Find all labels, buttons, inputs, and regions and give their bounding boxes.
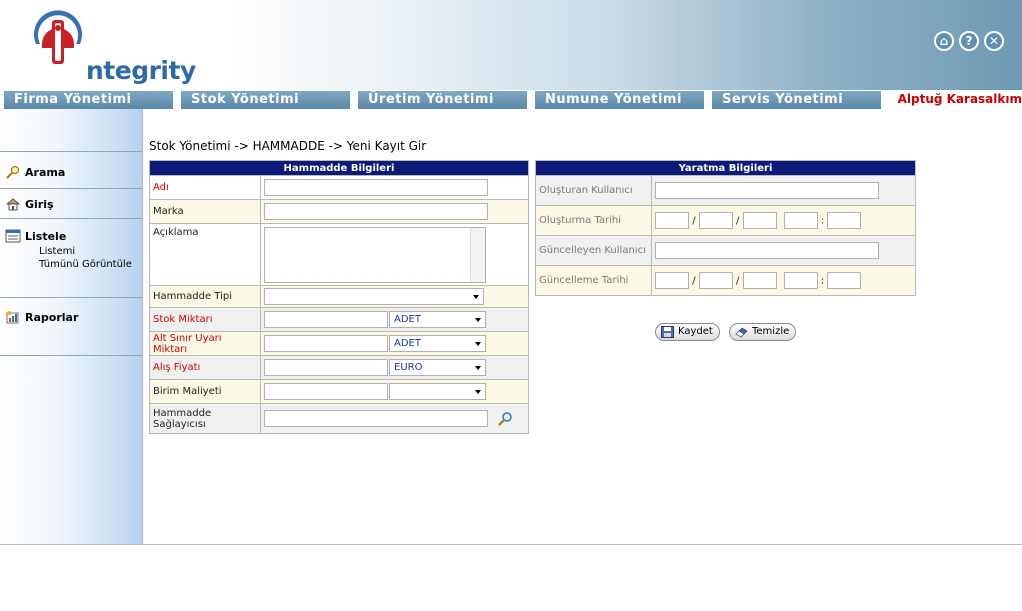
sidebar-item-entry[interactable]: Giriş	[5, 197, 54, 211]
label-alt-sinir: Alt Sınır Uyarı Miktarı	[149, 331, 261, 356]
birim-input[interactable]	[264, 383, 388, 400]
eraser-icon	[735, 327, 748, 338]
list-icon	[5, 229, 21, 243]
label-alis: Alış Fiyatı	[149, 355, 261, 380]
alt-sinir-unit-select[interactable]: ADET	[389, 335, 486, 352]
label-birim: Birim Maliyeti	[149, 379, 261, 404]
floppy-icon	[661, 326, 674, 338]
textarea-scrollbar[interactable]	[470, 227, 485, 282]
minute-input[interactable]	[827, 272, 862, 289]
header-icons: ⌂ ? ✕	[934, 31, 1004, 51]
close-icon[interactable]: ✕	[984, 31, 1004, 51]
clear-button[interactable]: Temizle	[729, 323, 797, 341]
sidebar-item-label: Giriş	[25, 197, 54, 211]
sidebar-divider	[0, 297, 143, 298]
label-marka: Marka	[149, 199, 261, 224]
label-guncelleme-tarihi: Güncelleme Tarihi	[535, 265, 652, 296]
minute-input[interactable]	[827, 212, 862, 229]
year-input[interactable]	[742, 212, 777, 229]
date-separator: /	[735, 215, 740, 227]
logo-text: ntegrity	[86, 56, 196, 85]
date-separator: /	[692, 215, 696, 227]
label-stok: Stok Miktarı	[149, 307, 261, 332]
olusturma-tarihi-fields: / / :	[651, 205, 916, 236]
stok-unit-select[interactable]: ADET	[389, 311, 486, 328]
sidebar-divider	[0, 218, 143, 219]
sidebar-subitem-listemi[interactable]: Listemi	[39, 246, 75, 257]
help-icon[interactable]: ?	[959, 31, 979, 51]
stok-input[interactable]	[264, 311, 388, 328]
time-separator: :	[820, 215, 825, 227]
hour-input[interactable]	[783, 212, 818, 229]
sidebar-divider	[0, 151, 143, 152]
alis-currency-select[interactable]: EURO	[389, 359, 486, 376]
search-icon[interactable]	[497, 411, 513, 427]
yaratma-title: Yaratma Bilgileri	[535, 160, 916, 176]
birim-currency-select[interactable]	[389, 383, 486, 400]
sidebar-item-reports[interactable]: Raporlar	[5, 310, 78, 324]
hour-input[interactable]	[783, 272, 818, 289]
top-nav: Firma Yönetimi Stok Yönetimi Üretim Yöne…	[0, 90, 1022, 109]
year-input[interactable]	[742, 272, 777, 289]
sidebar-item-search[interactable]: Arama	[5, 165, 65, 179]
month-input[interactable]	[698, 212, 733, 229]
olusturan-input[interactable]	[655, 182, 879, 199]
sidebar-divider	[0, 355, 143, 356]
sidebar-item-label: Raporlar	[25, 310, 79, 324]
sidebar-item-label: Listele	[25, 229, 67, 243]
save-button[interactable]: Kaydet	[655, 323, 720, 341]
alt-sinir-input[interactable]	[264, 335, 388, 352]
label-olusturma-tarihi: Oluşturma Tarihi	[535, 205, 652, 236]
month-input[interactable]	[698, 272, 733, 289]
label-olusturan: Oluşturan Kullanıcı	[535, 175, 652, 206]
tab-uretim[interactable]: Üretim Yönetimi	[357, 91, 527, 109]
day-input[interactable]	[655, 272, 689, 289]
label-tipi: Hammadde Tipi	[149, 285, 261, 308]
marka-input[interactable]	[264, 203, 488, 220]
alis-input[interactable]	[264, 359, 388, 376]
tipi-select[interactable]	[264, 288, 484, 305]
integrity-logo: ntegrity	[28, 4, 196, 85]
guncelleme-tarihi-fields: / / :	[651, 265, 916, 296]
date-separator: /	[692, 275, 696, 287]
sidebar-item-label: Arama	[25, 165, 66, 179]
yaratma-form: Yaratma Bilgileri Oluşturan Kullanıcı Ol…	[535, 160, 916, 296]
breadcrumb: Stok Yönetimi -> HAMMADDE -> Yeni Kayıt …	[149, 139, 427, 153]
sidebar-divider	[0, 188, 143, 189]
guncelleyen-input[interactable]	[655, 242, 879, 259]
home-icon[interactable]: ⌂	[934, 31, 954, 51]
sidebar-item-list[interactable]: Listele	[5, 229, 66, 243]
tab-firma[interactable]: Firma Yönetimi	[3, 91, 173, 109]
house-icon	[5, 198, 21, 211]
report-icon	[6, 311, 19, 324]
label-saglayici: Hammadde Sağlayıcısı	[149, 403, 261, 434]
magnifier-icon	[6, 165, 20, 179]
save-button-label: Kaydet	[678, 326, 713, 337]
day-input[interactable]	[655, 212, 689, 229]
hammadde-form: Hammadde Bilgileri Adı Marka Açıklama Ha…	[149, 160, 529, 434]
app-header: ntegrity ⌂ ? ✕	[0, 0, 1022, 90]
tab-servis[interactable]: Servis Yönetimi	[711, 91, 881, 109]
clear-button-label: Temizle	[752, 326, 790, 337]
label-guncelleyen: Güncelleyen Kullanıcı	[535, 235, 652, 266]
tab-numune[interactable]: Numune Yönetimi	[534, 91, 704, 109]
label-adi: Adı	[149, 175, 261, 200]
sidebar-subitem-view-all[interactable]: Tümünü Görüntüle	[39, 259, 132, 270]
tab-stok[interactable]: Stok Yönetimi	[180, 91, 350, 109]
time-separator: :	[820, 275, 825, 287]
user-name: Alptuğ Karasalkım	[897, 92, 1022, 106]
sidebar: Arama Giriş Listele Listemi Tümünü Görün…	[0, 109, 143, 545]
hammadde-title: Hammadde Bilgileri	[149, 160, 529, 176]
label-aciklama: Açıklama	[149, 223, 261, 286]
footer-divider	[0, 544, 1022, 545]
date-separator: /	[735, 275, 740, 287]
adi-input[interactable]	[264, 179, 488, 196]
saglayici-input[interactable]	[264, 410, 488, 427]
aciklama-textarea[interactable]	[264, 226, 486, 283]
